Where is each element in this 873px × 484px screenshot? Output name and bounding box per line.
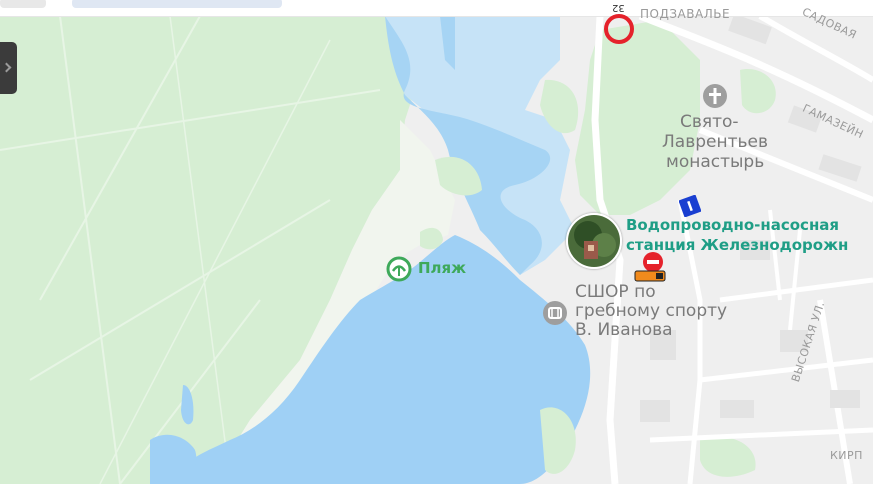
route-number: 32: [612, 2, 625, 13]
church-icon[interactable]: [702, 83, 728, 109]
sports-school-label-line2[interactable]: гребному спорту: [575, 302, 727, 321]
red-circle-sign-icon[interactable]: [604, 14, 634, 44]
monastery-label-line1[interactable]: Свято-: [680, 113, 739, 132]
sports-school-label-line3[interactable]: В. Иванова: [575, 321, 673, 340]
map-canvas[interactable]: 32 ПОДЗАВАЛЬЕ САДОВАЯ ГАМАЗЕЙН ВЫСОКАЯ У…: [0, 0, 873, 484]
photo-thumbnail-icon[interactable]: [566, 213, 622, 269]
sports-school-label-line1[interactable]: СШОР по: [575, 283, 656, 302]
road-works-icon[interactable]: [634, 270, 666, 282]
monastery-label-line2[interactable]: Лаврентьев: [662, 133, 768, 152]
beach-label[interactable]: Пляж: [418, 260, 466, 277]
toolbar-chip[interactable]: [72, 0, 282, 8]
monastery-label-line3[interactable]: монастырь: [666, 153, 764, 172]
map-top-toolbar: [0, 0, 873, 17]
street-label-kirp: КИРП: [830, 449, 863, 462]
one-way-sign-icon[interactable]: [679, 195, 701, 217]
district-label: ПОДЗАВАЛЬЕ: [640, 7, 731, 21]
sports-school-icon[interactable]: [542, 300, 568, 326]
pump-station-label-line1[interactable]: Водопроводно-насосная: [626, 217, 839, 234]
expand-panel-button[interactable]: [0, 42, 17, 94]
beach-icon[interactable]: [386, 256, 412, 282]
toolbar-chip[interactable]: [0, 0, 46, 8]
